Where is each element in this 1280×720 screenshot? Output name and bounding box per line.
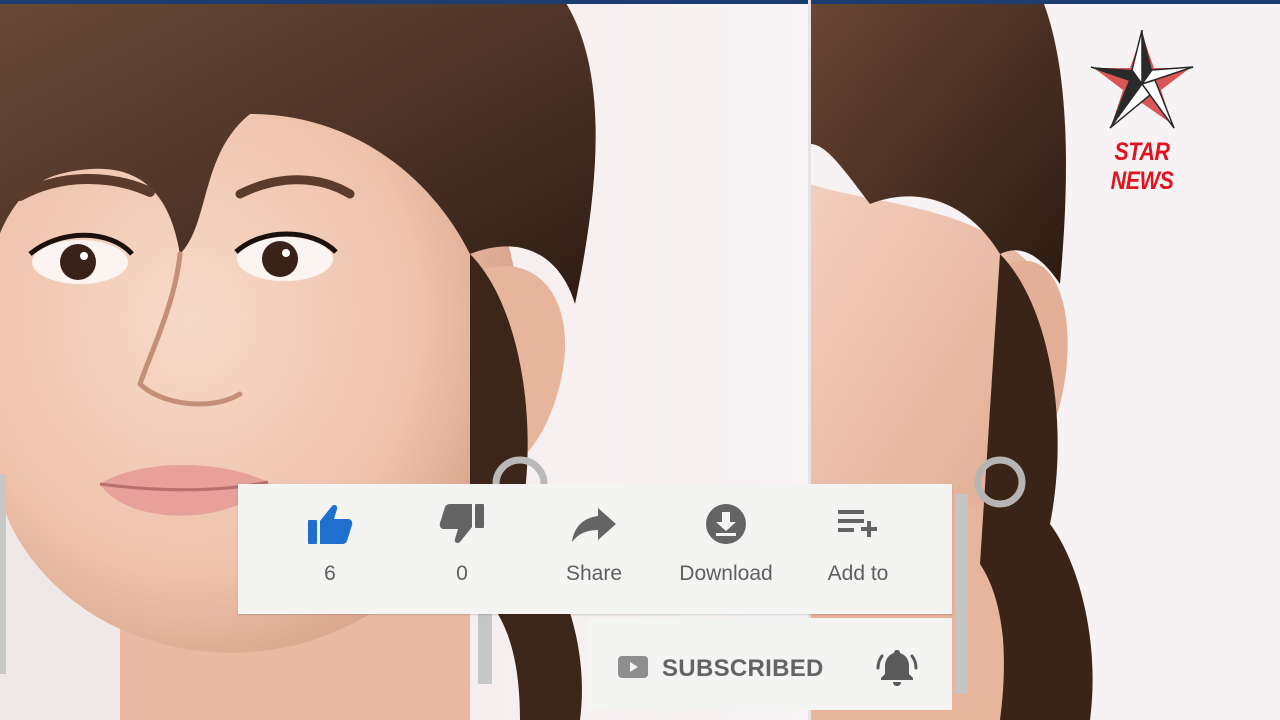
bell-icon[interactable]: [876, 646, 918, 688]
thumbs-up-icon: [308, 505, 353, 544]
video-frame: STAR NEWS 6 0 Share Download Add to SUBS…: [0, 0, 1280, 720]
video-action-bar: 6 0 Share Download Add to: [238, 484, 952, 614]
thumbs-down-icon: [439, 504, 484, 543]
share-label: Share: [565, 562, 623, 585]
share-button[interactable]: Share: [532, 484, 656, 614]
nautical-star-icon: [1090, 30, 1194, 129]
subscribed-button[interactable]: SUBSCRIBED: [588, 618, 952, 710]
download-icon: [706, 504, 746, 544]
playlist-add-icon: [838, 510, 877, 537]
share-icon: [572, 508, 616, 542]
youtube-play-icon: [618, 656, 648, 678]
add-to-label: Add to: [827, 562, 889, 585]
star-news-logo: STAR NEWS: [1074, 30, 1210, 195]
download-button[interactable]: Download: [664, 484, 788, 614]
subscribed-label: SUBSCRIBED: [662, 655, 824, 682]
dislike-count: 0: [456, 562, 468, 585]
download-label: Download: [679, 562, 773, 585]
dislike-button[interactable]: 0: [400, 484, 524, 614]
add-to-button[interactable]: Add to: [796, 484, 920, 614]
like-count: 6: [324, 562, 336, 585]
logo-text: STAR NEWS: [1110, 138, 1174, 195]
like-button[interactable]: 6: [268, 484, 392, 614]
